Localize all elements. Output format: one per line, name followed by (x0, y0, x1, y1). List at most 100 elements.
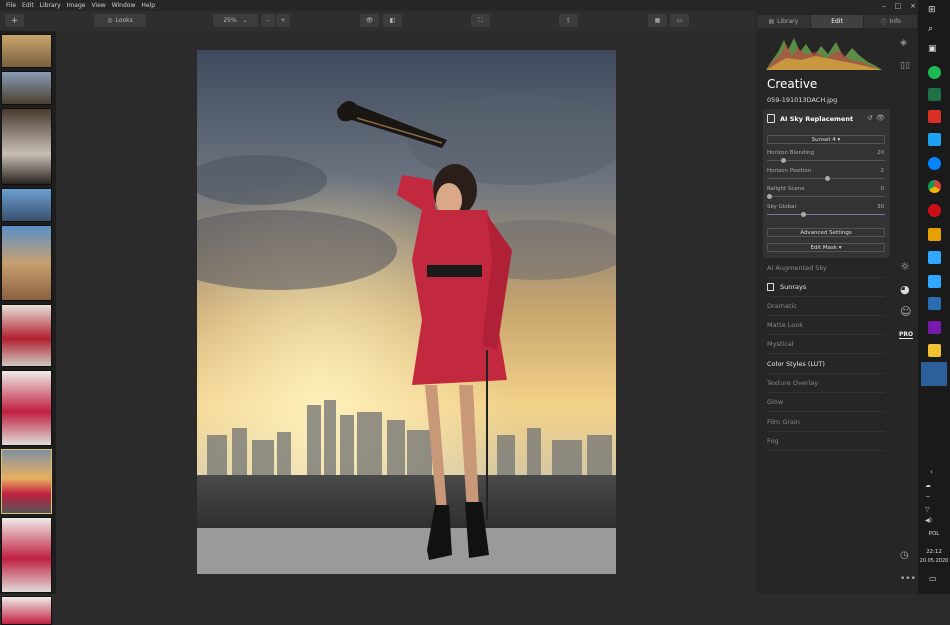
thumbnail[interactable] (1, 108, 52, 185)
volume-icon[interactable]: ◀) (925, 517, 932, 524)
sky-select[interactable]: Sunset 4 ▾ (767, 135, 885, 144)
preview-eye-icon[interactable]: 👁 (360, 14, 379, 27)
thumbnail-selected[interactable] (1, 449, 52, 514)
instagram-icon[interactable] (928, 133, 941, 146)
bridge-icon[interactable] (928, 228, 941, 241)
grid-view-icon[interactable]: ▦ (648, 14, 667, 27)
filter-item[interactable]: AI Augmented Sky (767, 259, 885, 278)
menu-library[interactable]: Library (40, 2, 61, 9)
edited-photo[interactable] (197, 50, 616, 574)
zoom-select[interactable]: 25% ⌄ (213, 14, 258, 27)
export-icon[interactable]: ⇪ (559, 14, 578, 27)
library-icon: ▤ (768, 18, 775, 25)
filmstrip (0, 31, 56, 625)
add-button[interactable]: + (5, 14, 24, 27)
chevron-left-icon[interactable]: ‹ (930, 468, 933, 476)
filter-enabled-icon[interactable] (767, 283, 774, 291)
close-button[interactable]: × (910, 2, 916, 10)
thumbnail[interactable] (1, 370, 52, 446)
menu-help[interactable]: Help (141, 2, 155, 9)
thumbnail[interactable] (1, 304, 52, 367)
slider-knob[interactable] (767, 194, 772, 199)
network-icon[interactable]: ⌔ (925, 494, 931, 502)
pro-badge[interactable]: PRO (899, 331, 914, 339)
thumbnail[interactable] (1, 188, 52, 222)
slider-knob[interactable] (824, 176, 830, 181)
maximize-button[interactable]: □ (895, 2, 902, 10)
compare-split-icon[interactable]: ▯▯ (900, 61, 910, 71)
horizon-position-slider[interactable] (767, 176, 885, 181)
thumbnail[interactable] (1, 34, 52, 68)
language-indicator[interactable]: POL (918, 531, 950, 537)
tab-edit[interactable]: Edit (810, 15, 864, 28)
thumbnail[interactable] (1, 225, 52, 301)
zoom-out-button[interactable]: – (261, 14, 275, 27)
menu-window[interactable]: Window (112, 2, 136, 9)
face-icon[interactable]: ☺ (900, 305, 911, 318)
advanced-settings-button[interactable]: Advanced Settings (767, 228, 885, 237)
filter-item[interactable]: Mystical (767, 335, 885, 354)
menu-image[interactable]: Image (67, 2, 86, 9)
chrome-icon[interactable] (928, 180, 941, 193)
vpn-icon[interactable]: ▽ (925, 506, 930, 513)
thumbnail[interactable] (1, 71, 52, 105)
cloud-icon[interactable]: ☁ (925, 482, 931, 489)
lightroom-icon[interactable] (928, 251, 941, 264)
palette-icon[interactable]: ◕ (900, 283, 910, 296)
messenger-icon[interactable] (928, 157, 941, 170)
zoom-in-button[interactable]: + (276, 14, 290, 27)
filter-item[interactable]: Film Grain (767, 413, 885, 432)
chevron-down-icon: ⌄ (242, 17, 248, 24)
sun-icon[interactable]: ☼ (900, 260, 910, 273)
menu-view[interactable]: View (91, 2, 105, 9)
excel-icon[interactable] (928, 88, 941, 101)
panel-tabs: ▤ Library Edit ⓘ Info (757, 15, 918, 28)
onenote-icon[interactable] (928, 321, 941, 334)
filezilla-icon[interactable] (928, 110, 941, 123)
menu-file[interactable]: File (6, 2, 16, 9)
relight-scene-slider[interactable] (767, 194, 885, 199)
compare-icon[interactable]: ◧ (383, 14, 402, 27)
filter-item[interactable]: Dramatic (767, 297, 885, 316)
slider-label: Sky Global (767, 204, 797, 210)
notifications-icon[interactable]: ▭ (929, 574, 937, 583)
more-icon[interactable]: ••• (900, 574, 916, 584)
slider-knob[interactable] (780, 158, 786, 163)
looks-button[interactable]: ◎ Looks (94, 14, 146, 27)
search-icon[interactable]: ⌕ (928, 24, 941, 37)
filter-item[interactable]: Glow (767, 393, 885, 412)
file-explorer-icon[interactable] (928, 344, 941, 357)
clock-date[interactable]: 20.05.2020 (918, 558, 950, 564)
sky-global-slider[interactable] (767, 212, 885, 217)
filter-toggle-icon[interactable] (767, 114, 775, 123)
horizon-blending-slider[interactable] (767, 158, 885, 163)
tab-info[interactable]: ⓘ Info (864, 15, 918, 28)
filter-item[interactable]: Sunrays (767, 278, 885, 297)
single-view-icon[interactable]: ▭ (670, 14, 689, 27)
filter-item[interactable]: Texture Overlay (767, 374, 885, 393)
filter-label: Color Styles (LUT) (767, 360, 825, 368)
slider-knob[interactable] (800, 212, 806, 217)
photoshop-icon[interactable] (928, 275, 941, 288)
filter-item[interactable]: Color Styles (LUT) (767, 355, 885, 374)
luminar-active-icon[interactable] (921, 362, 947, 386)
history-icon[interactable]: ◷ (900, 550, 909, 561)
crop-icon[interactable]: ⛶ (471, 14, 490, 27)
filter-item[interactable]: Fog (767, 432, 885, 451)
menu-edit[interactable]: Edit (22, 2, 34, 9)
minimize-button[interactable]: – (882, 2, 886, 10)
tab-library[interactable]: ▤ Library (757, 15, 810, 28)
task-view-icon[interactable]: ▣ (928, 44, 941, 57)
thumbnail[interactable] (1, 596, 52, 625)
visibility-icon[interactable]: 👁 (876, 114, 885, 122)
windows-icon[interactable]: ⊞ (928, 5, 941, 18)
reset-icon[interactable]: ↺ (867, 114, 873, 122)
clock-time[interactable]: 22:12 (918, 549, 950, 555)
layers-icon[interactable]: ◈ (900, 38, 907, 48)
lightroom-classic-icon[interactable] (928, 297, 941, 310)
thumbnail[interactable] (1, 517, 52, 593)
filter-item[interactable]: Matte Look (767, 316, 885, 335)
edit-mask-button[interactable]: Edit Mask ▾ (767, 243, 885, 252)
opera-icon[interactable] (928, 204, 941, 217)
spotify-icon[interactable] (928, 66, 941, 79)
